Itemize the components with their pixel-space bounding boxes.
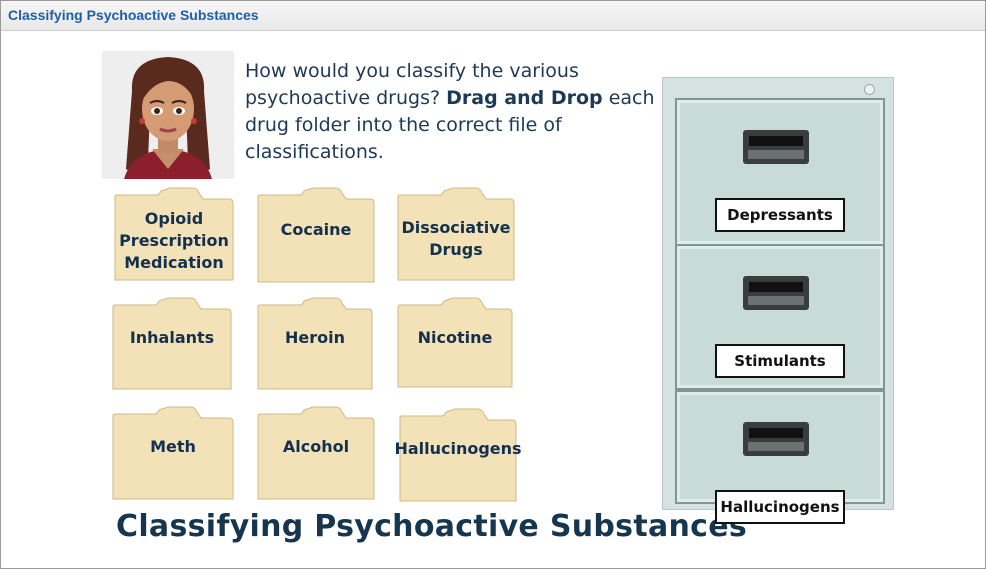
folder-inhalants[interactable]: Inhalants	[111, 297, 233, 391]
folder-label: Opioid Prescription Medication	[119, 208, 229, 272]
lock-icon	[864, 84, 875, 95]
folder-label: Nicotine	[417, 328, 493, 347]
title-bar: Classifying Psychoactive Substances	[1, 1, 985, 31]
folder-heroin[interactable]: Heroin	[256, 297, 374, 391]
instruction-bold: Drag and Drop	[446, 87, 603, 109]
drawer-depressants[interactable]: Depressants	[675, 98, 885, 246]
folder-label: Dissociative Drugs	[401, 218, 511, 259]
folder-nicotine[interactable]: Nicotine	[396, 297, 514, 389]
drawer-handle-icon	[743, 130, 809, 164]
folder-label: Alcohol	[282, 437, 350, 456]
file-cabinet: Depressants Stimulants Hallucinogens	[662, 77, 894, 524]
drawer-label: Hallucinogens	[715, 490, 845, 524]
folder-opioid-prescription-medication[interactable]: Opioid Prescription Medication	[113, 187, 235, 282]
folder-meth[interactable]: Meth	[111, 406, 235, 501]
window-title: Classifying Psychoactive Substances	[8, 7, 259, 23]
drawer-handle-icon	[743, 276, 809, 310]
page-heading: Classifying Psychoactive Substances	[116, 509, 748, 544]
folder-label: Inhalants	[129, 328, 215, 347]
app-window: Classifying Psychoactive Substances How …	[0, 0, 986, 569]
instruction-text: How would you classify the various psych…	[245, 58, 665, 166]
folder-hallucinogens[interactable]: Hallucinogens	[394, 408, 522, 503]
folder-cocaine[interactable]: Cocaine	[256, 187, 376, 284]
drawer-hallucinogens[interactable]: Hallucinogens	[675, 390, 885, 524]
folder-label: Hallucinogens	[394, 439, 522, 458]
drawer-handle-icon	[743, 422, 809, 456]
folder-label: Heroin	[285, 328, 345, 347]
avatar	[102, 51, 234, 179]
folder-label: Meth	[150, 437, 196, 456]
drawer-label: Stimulants	[715, 344, 845, 378]
folder-dissociative-drugs[interactable]: Dissociative Drugs	[396, 187, 516, 282]
drawer-label: Depressants	[715, 198, 845, 232]
folder-label: Cocaine	[280, 220, 352, 239]
folder-alcohol[interactable]: Alcohol	[256, 406, 376, 501]
drawer-stimulants[interactable]: Stimulants	[675, 244, 885, 390]
